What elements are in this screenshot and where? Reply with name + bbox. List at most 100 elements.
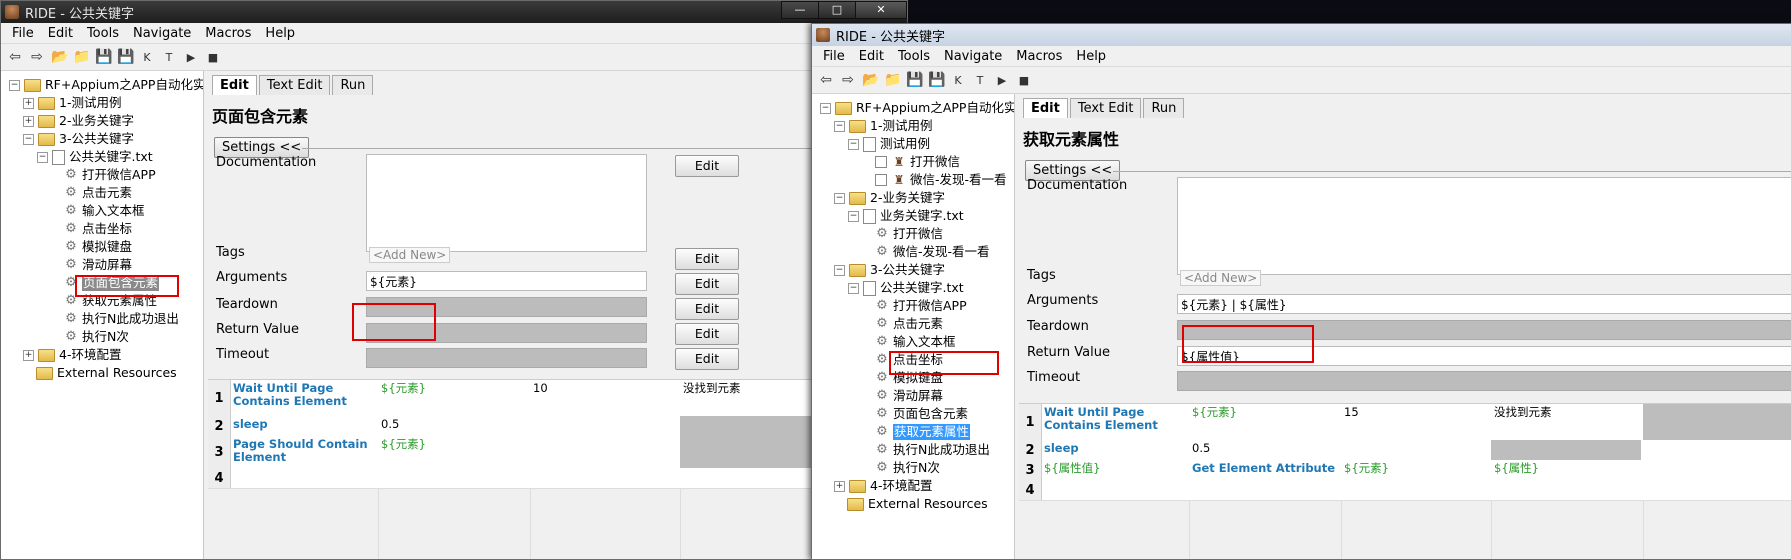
documentation-field[interactable]	[1177, 177, 1791, 275]
return-value-edit-button[interactable]: Edit	[675, 323, 739, 345]
tree-item[interactable]: − 1-测试用例	[834, 118, 932, 134]
tree-item[interactable]: ⚙ 输入文本框	[51, 203, 144, 219]
menu-help[interactable]: Help	[258, 26, 302, 41]
stop-icon[interactable]: ■	[205, 51, 221, 64]
run-icon[interactable]: ▶	[994, 74, 1010, 87]
tree-item[interactable]: +4-环境配置	[23, 347, 121, 363]
test-search-icon[interactable]: T	[972, 74, 988, 87]
tags-add-new[interactable]: <Add New>	[1180, 270, 1262, 286]
grid-cell[interactable]: ${元素}	[381, 438, 527, 451]
tree-item[interactable]: ⚙ 执行N此成功退出	[862, 442, 990, 458]
tree-item[interactable]: − 业务关键字.txt	[848, 208, 964, 224]
save-icon[interactable]: 💾	[906, 72, 923, 88]
grid-row[interactable]: 4	[208, 468, 907, 489]
documentation-field[interactable]	[366, 154, 647, 252]
tree-item[interactable]: ⚙ 打开微信APP	[51, 167, 155, 183]
arguments-field[interactable]: ${元素} | ${属性}	[1177, 294, 1791, 314]
tree-item[interactable]: ⚙ 执行N次	[51, 329, 129, 345]
tags-field[interactable]: <Add New>	[1177, 268, 1262, 288]
expand-toggle-icon[interactable]: −	[848, 282, 859, 294]
stop-icon[interactable]: ■	[1016, 74, 1032, 87]
save-icon[interactable]: 💾	[95, 49, 112, 65]
tree-item[interactable]: ⚙ 页面包含元素	[862, 406, 968, 422]
tags-add-new[interactable]: <Add New>	[369, 247, 451, 263]
grid-cell[interactable]: ${元素}	[1192, 406, 1338, 419]
open-folder-icon[interactable]: 📂	[862, 72, 879, 88]
tab-run[interactable]: Run	[332, 75, 374, 95]
tree-item[interactable]: − 测试用例	[848, 136, 930, 152]
tree-item[interactable]: ♜ 微信-发现-看一看	[862, 172, 1007, 188]
tree-item[interactable]: − RF+Appium之APP自动化实践	[820, 100, 1014, 116]
title-bar[interactable]: RIDE - 公共关键字	[812, 24, 1791, 46]
grid-cell[interactable]: 10	[533, 382, 677, 395]
tree-item[interactable]: ⚙ 打开微信	[862, 226, 943, 242]
tree-item[interactable]: − RF+Appium之APP自动化实	[9, 77, 203, 93]
maximize-button[interactable]: □	[818, 1, 856, 19]
row-number[interactable]: 1	[1019, 404, 1042, 440]
expand-toggle-icon[interactable]: −	[820, 102, 831, 114]
expand-toggle-icon[interactable]: +	[834, 480, 845, 492]
documentation-edit-button[interactable]: Edit	[675, 155, 739, 177]
tree-item[interactable]: +1-测试用例	[23, 95, 121, 111]
tree-item[interactable]: − 3-公共关键字	[834, 262, 945, 278]
expand-toggle-icon[interactable]: +	[23, 97, 34, 109]
tree-item[interactable]: ♜ 打开微信	[862, 154, 960, 170]
tree-item[interactable]: ⚙ 打开微信APP	[862, 298, 966, 314]
tab-edit[interactable]: Edit	[1023, 98, 1068, 118]
expand-toggle-icon[interactable]: −	[37, 151, 48, 163]
menu-macros[interactable]: Macros	[198, 26, 258, 41]
row-number[interactable]: 4	[1019, 480, 1042, 500]
keyword-search-icon[interactable]: K	[139, 51, 155, 64]
tree-item[interactable]: ⚙ 模拟键盘	[51, 239, 132, 255]
row-number[interactable]: 3	[208, 436, 231, 468]
grid-cell[interactable]: ${属性}	[1494, 462, 1640, 475]
teardown-edit-button[interactable]: Edit	[675, 298, 739, 320]
tab-run[interactable]: Run	[1143, 98, 1185, 118]
tree-item[interactable]: ⚙ 执行N次	[862, 460, 940, 476]
tree-item[interactable]: +4-环境配置	[834, 478, 932, 494]
menu-edit[interactable]: Edit	[41, 26, 80, 41]
grid-cell[interactable]: sleep	[1044, 442, 1186, 455]
back-arrow-icon[interactable]: ⇦	[818, 72, 834, 88]
menu-tools[interactable]: Tools	[80, 26, 126, 41]
expand-toggle-icon[interactable]: +	[23, 349, 34, 361]
grid-cell[interactable]: ${属性值}	[1044, 462, 1186, 475]
keyword-search-icon[interactable]: K	[950, 74, 966, 87]
tree-item[interactable]: ⚙ 点击元素	[51, 185, 132, 201]
tree-item[interactable]: ⚙ 点击坐标	[51, 221, 132, 237]
tags-field[interactable]: <Add New>	[366, 245, 451, 265]
title-bar[interactable]: RIDE - 公共关键字 — □ ✕	[1, 1, 907, 23]
run-icon[interactable]: ▶	[183, 51, 199, 64]
test-search-icon[interactable]: T	[161, 51, 177, 64]
tree-item[interactable]: ⚙ 微信-发现-看一看	[862, 244, 989, 260]
folder-icon[interactable]: 📁	[73, 49, 90, 65]
save-all-icon[interactable]: 💾	[117, 49, 134, 65]
grid-cell[interactable]: Page Should Contain Element	[233, 438, 375, 464]
tree-item[interactable]: ⚙ 点击元素	[862, 316, 943, 332]
grid-cell[interactable]: sleep	[233, 418, 375, 431]
tree-item[interactable]: − 公共关键字.txt	[37, 149, 153, 165]
open-folder-icon[interactable]: 📂	[51, 49, 68, 65]
checkbox[interactable]	[875, 156, 887, 168]
tree-item[interactable]: ⚙ 滑动屏幕	[51, 257, 132, 273]
expand-toggle-icon[interactable]: −	[848, 210, 859, 222]
grid-cell[interactable]: 没找到元素	[683, 382, 829, 395]
expand-toggle-icon[interactable]: −	[23, 133, 34, 145]
tab-text-edit[interactable]: Text Edit	[258, 75, 331, 95]
minimize-button[interactable]: —	[781, 1, 819, 19]
menu-file[interactable]: File	[5, 26, 41, 41]
checkbox[interactable]	[875, 174, 887, 186]
grid-cell[interactable]: Get Element Attribute	[1192, 462, 1338, 475]
grid-cell[interactable]: 0.5	[1192, 442, 1338, 455]
tab-text-edit[interactable]: Text Edit	[1069, 98, 1142, 118]
menu-navigate[interactable]: Navigate	[126, 26, 198, 41]
row-number[interactable]: 4	[208, 468, 231, 488]
grid-row[interactable]: 2 sleep 0.5	[1019, 440, 1791, 461]
tree-item[interactable]: − 2-业务关键字	[834, 190, 945, 206]
expand-toggle-icon[interactable]: −	[9, 79, 20, 91]
grid-cell[interactable]: 15	[1344, 406, 1488, 419]
tree-item[interactable]: ⚙ 执行N此成功退出	[51, 311, 179, 327]
save-all-icon[interactable]: 💾	[928, 72, 945, 88]
tree-item[interactable]: − 3-公共关键字	[23, 131, 134, 147]
grid-cell[interactable]: Wait Until Page Contains Element	[1044, 406, 1186, 432]
